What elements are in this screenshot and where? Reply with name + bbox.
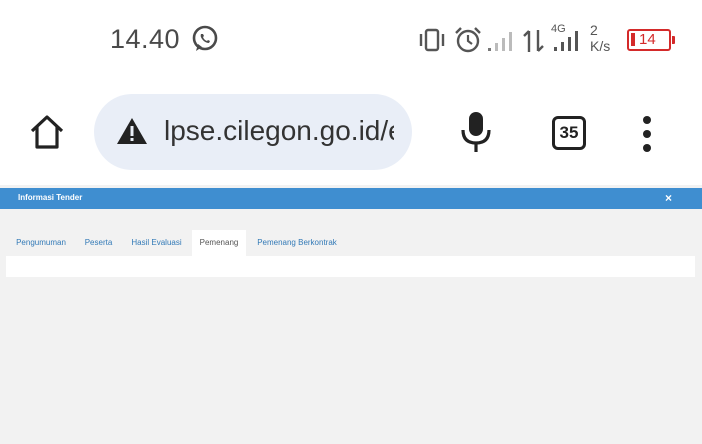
tab-peserta[interactable]: Peserta — [76, 230, 121, 256]
speed-value: 2 — [590, 22, 598, 38]
battery-icon: 14 — [627, 29, 675, 51]
dialog-header: Informasi Tender × — [0, 188, 702, 209]
tabs-button[interactable]: 35 — [552, 116, 586, 150]
status-bar: 14.40 4G 2 K/s 14 — [0, 0, 702, 80]
tab-pemenang[interactable]: Pemenang — [192, 230, 246, 256]
status-time: 14.40 — [110, 24, 181, 54]
home-icon — [30, 115, 64, 149]
vibrate-icon — [419, 28, 445, 52]
mic-icon — [461, 112, 491, 152]
menu-icon — [643, 116, 651, 124]
url-text[interactable]: lpse.cilegon.go.id/ep — [164, 115, 394, 147]
signal-icon — [488, 32, 512, 51]
tab-pengumuman[interactable]: Pengumuman — [6, 230, 76, 256]
alarm-icon — [455, 27, 481, 53]
web-content: Informasi Tender × Pengumuman Peserta Ha… — [0, 185, 702, 444]
dialog-title: Informasi Tender — [18, 193, 83, 202]
data-arrows-icon — [523, 30, 544, 52]
whatsapp-icon — [192, 25, 218, 51]
signal-4g-icon — [554, 31, 578, 51]
battery-level: 14 — [639, 31, 656, 48]
menu-button[interactable] — [638, 114, 658, 154]
tab-panel — [6, 256, 695, 277]
warning-icon[interactable] — [116, 116, 148, 146]
tab-pemenang-berkontrak[interactable]: Pemenang Berkontrak — [246, 230, 348, 256]
tab-hasil-evaluasi[interactable]: Hasil Evaluasi — [121, 230, 192, 256]
speed-unit: K/s — [590, 38, 611, 54]
home-button[interactable] — [25, 110, 69, 154]
url-bar[interactable]: lpse.cilegon.go.id/ep — [94, 94, 412, 170]
browser-toolbar: lpse.cilegon.go.id/ep 35 — [0, 80, 702, 185]
voice-search-button[interactable] — [458, 110, 494, 156]
tab-count: 35 — [559, 123, 579, 142]
close-icon[interactable]: × — [665, 191, 672, 205]
